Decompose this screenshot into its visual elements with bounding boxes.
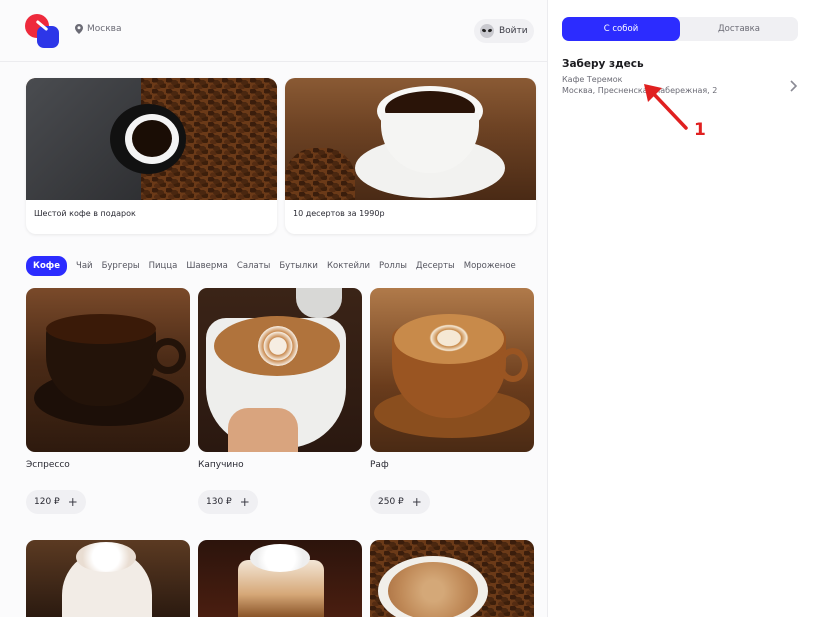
product-price: 120 ₽	[34, 497, 60, 507]
login-label: Войти	[499, 26, 528, 36]
tab-cocktails[interactable]: Коктейли	[327, 261, 370, 271]
annotation-arrow-icon	[644, 84, 688, 130]
product-name: Капучино	[198, 460, 244, 470]
tab-salads[interactable]: Салаты	[237, 261, 270, 271]
pin-icon	[75, 24, 83, 34]
plus-icon: +	[411, 495, 422, 509]
product-photo	[198, 540, 362, 617]
chevron-right-icon[interactable]	[788, 80, 798, 92]
product-name: Раф	[370, 460, 389, 470]
tab-delivery[interactable]: Доставка	[680, 17, 798, 41]
product-card-raf[interactable]: Раф 250 ₽ +	[370, 288, 534, 514]
product-photo	[370, 540, 534, 617]
tab-bottles[interactable]: Бутылки	[279, 261, 318, 271]
product-card-espresso[interactable]: Эспрессо 120 ₽ +	[26, 288, 190, 514]
tab-pizza[interactable]: Пицца	[149, 261, 178, 271]
app-logo[interactable]	[25, 14, 59, 48]
product-price: 130 ₽	[206, 497, 232, 507]
location-label: Москва	[87, 24, 122, 34]
promo-caption: 10 десертов за 1990р	[293, 209, 385, 218]
product-photo	[26, 288, 190, 452]
add-to-cart-button[interactable]: 250 ₽ +	[370, 490, 430, 514]
product-card[interactable]	[26, 540, 190, 617]
tab-burgers[interactable]: Бургеры	[102, 261, 140, 271]
promo-image-espresso-beans	[26, 78, 277, 200]
product-card-cappuccino[interactable]: Капучино 130 ₽ +	[198, 288, 362, 514]
location-selector[interactable]: Москва	[75, 24, 121, 34]
add-to-cart-button[interactable]: 120 ₽ +	[26, 490, 86, 514]
promo-card-sixth-coffee[interactable]: Шестой кофе в подарок	[26, 78, 277, 234]
delivery-mode-toggle: С собой Доставка	[562, 17, 798, 41]
product-name: Эспрессо	[26, 460, 70, 470]
promo-caption: Шестой кофе в подарок	[34, 209, 136, 218]
tab-coffee[interactable]: Кофе	[26, 256, 67, 276]
tab-shawarma[interactable]: Шаверма	[186, 261, 228, 271]
tab-tea[interactable]: Чай	[76, 261, 93, 271]
plus-icon: +	[67, 495, 78, 509]
tab-takeaway[interactable]: С собой	[562, 17, 680, 41]
header: Москва Войти	[0, 0, 547, 62]
promo-card-desserts[interactable]: 10 десертов за 1990р	[285, 78, 536, 234]
tab-ice-cream[interactable]: Мороженое	[464, 261, 516, 271]
product-card[interactable]	[198, 540, 362, 617]
promo-image-coffee-cup	[285, 78, 536, 200]
add-to-cart-button[interactable]: 130 ₽ +	[198, 490, 258, 514]
main-column: Москва Войти Шестой кофе в подарок 10 де…	[0, 0, 547, 617]
login-button[interactable]: Войти	[474, 19, 534, 43]
product-photo	[370, 288, 534, 452]
annotation-label: 1	[694, 120, 706, 140]
product-photo	[26, 540, 190, 617]
alien-avatar-icon	[480, 24, 494, 38]
product-card[interactable]	[370, 540, 534, 617]
product-photo	[198, 288, 362, 452]
plus-icon: +	[239, 495, 250, 509]
tab-rolls[interactable]: Роллы	[379, 261, 407, 271]
product-price: 250 ₽	[378, 497, 404, 507]
category-tabs: Кофе Чай Бургеры Пицца Шаверма Салаты Бу…	[26, 256, 516, 276]
tab-desserts[interactable]: Десерты	[416, 261, 455, 271]
pickup-title: Заберу здесь	[562, 58, 644, 70]
